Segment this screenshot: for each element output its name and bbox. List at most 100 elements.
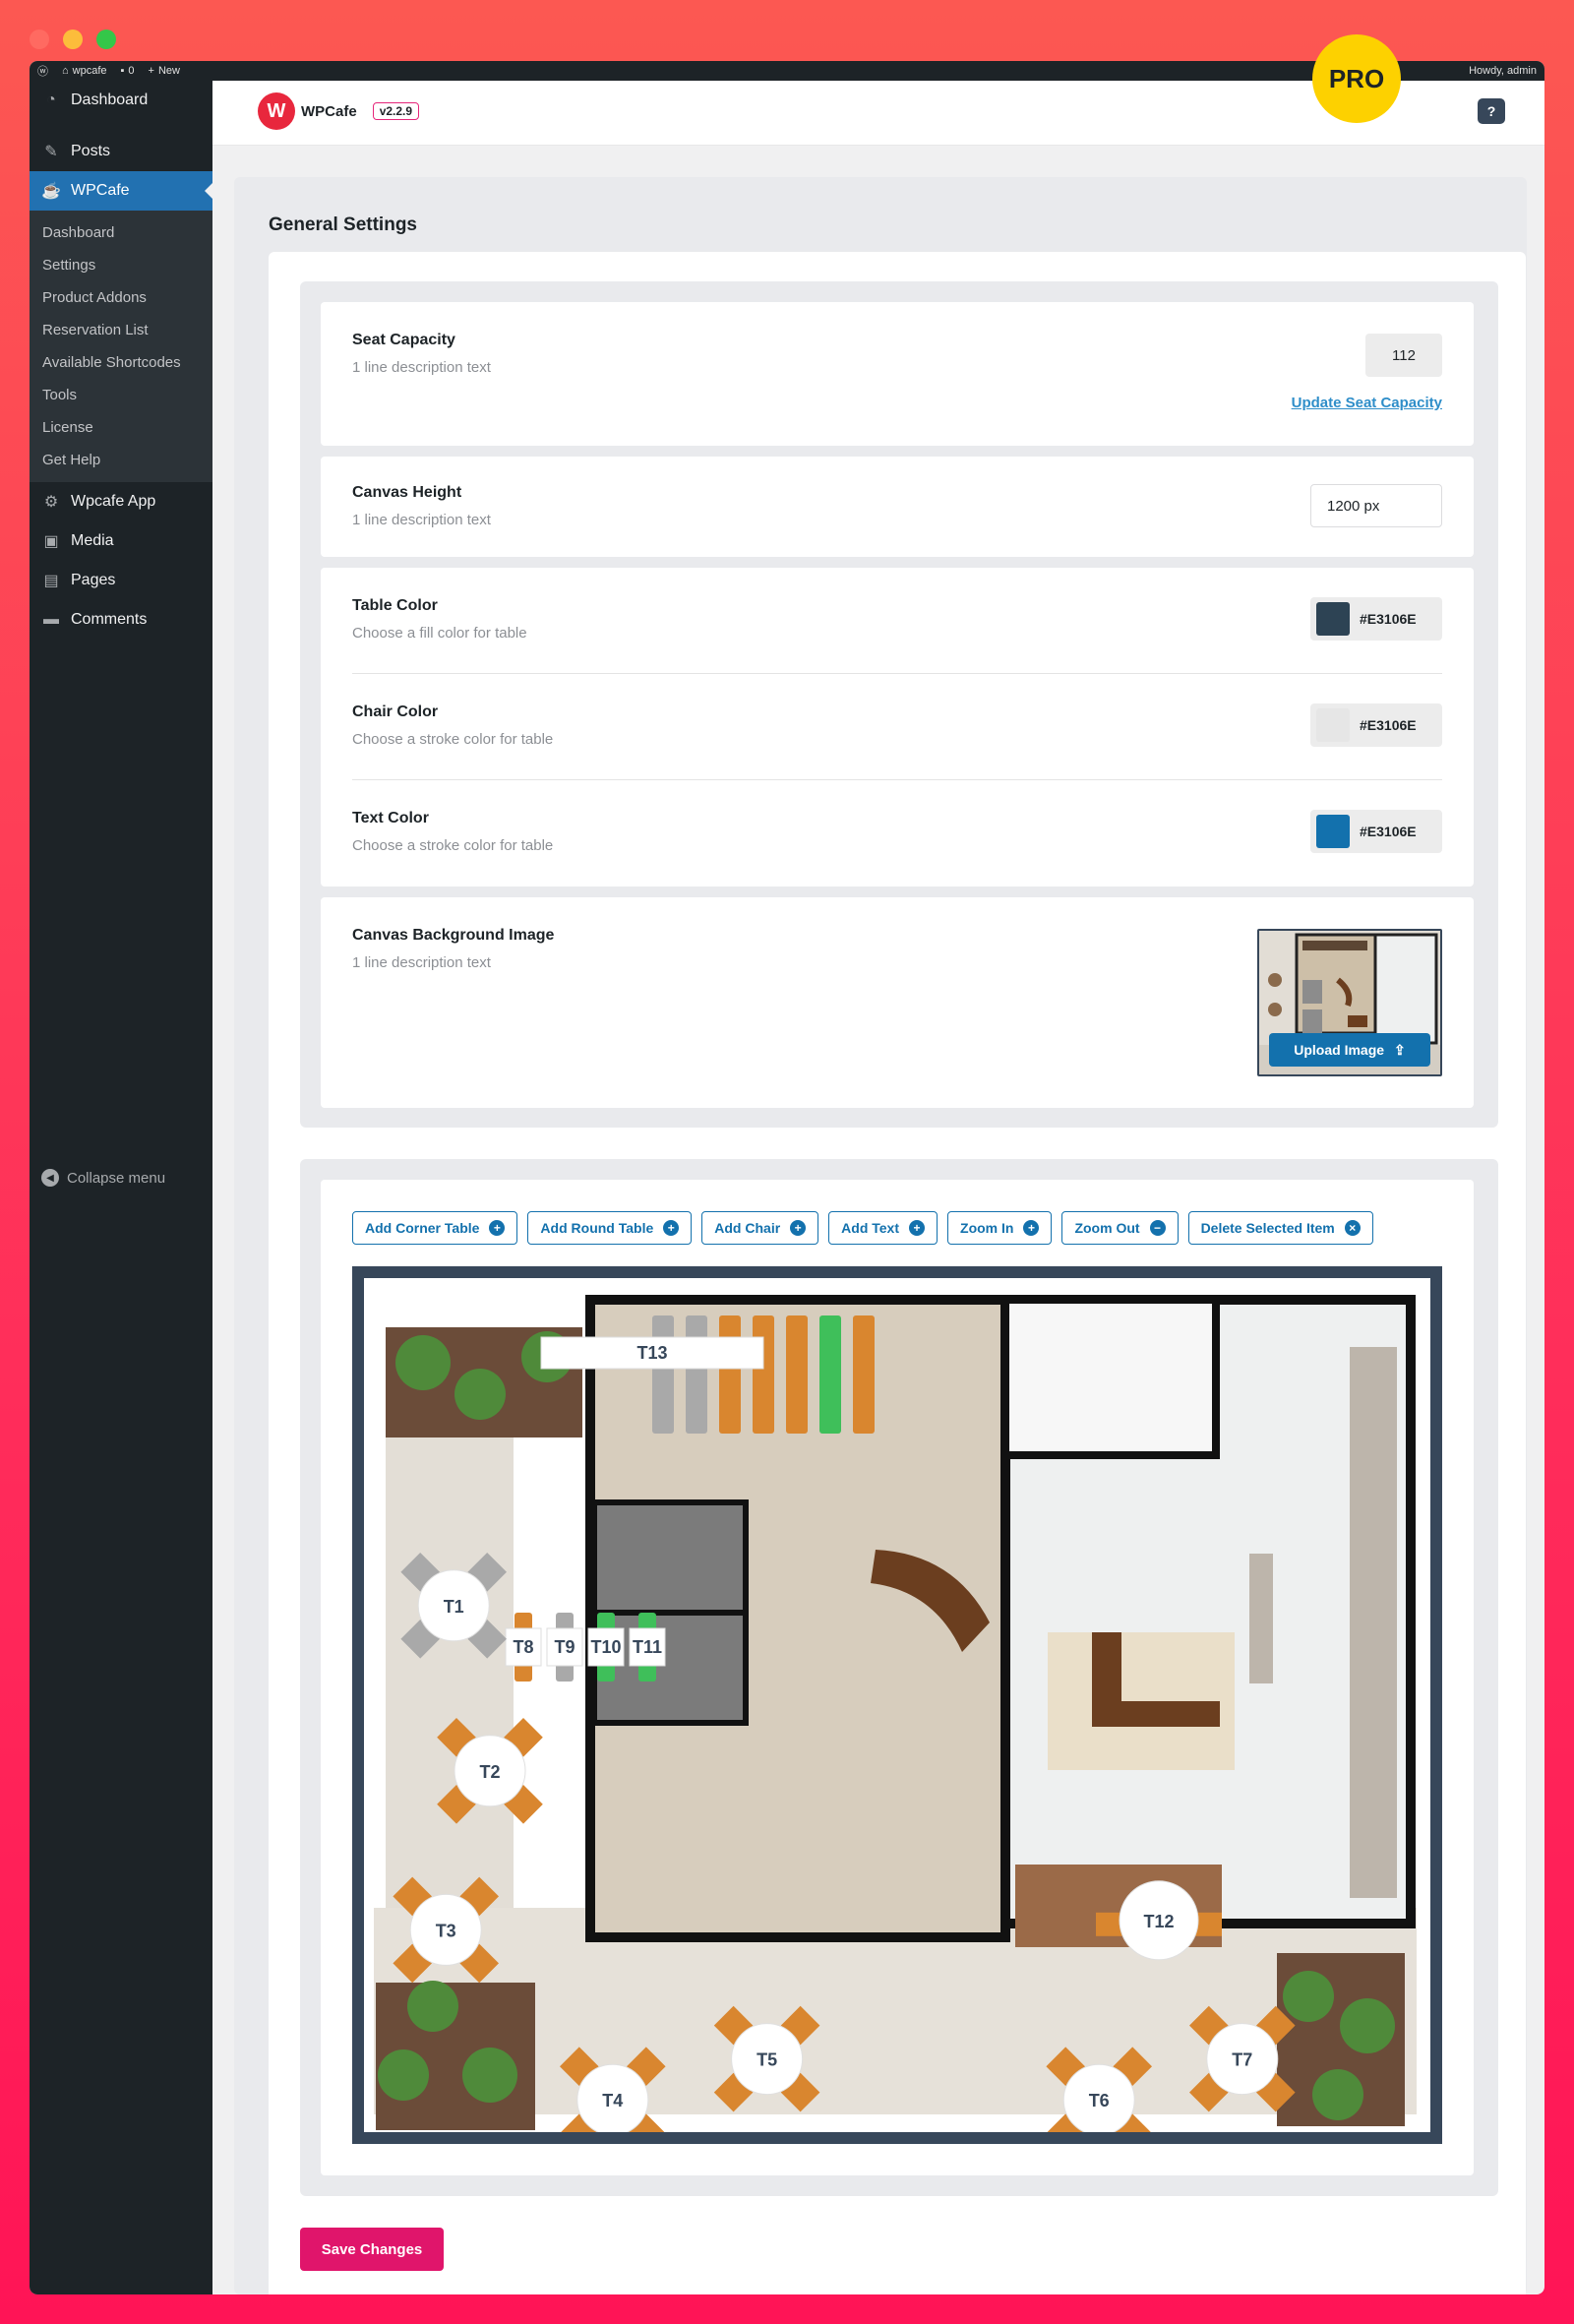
zoom-out-icon: − xyxy=(1149,1220,1166,1236)
pin-icon: ✎ xyxy=(44,144,58,160)
chair[interactable] xyxy=(719,1315,741,1434)
submenu-tools[interactable]: Tools xyxy=(30,379,212,411)
add-text-button[interactable]: Add Text + xyxy=(828,1211,938,1245)
table-label[interactable]: T12 xyxy=(1143,1912,1174,1931)
add-chair-button[interactable]: Add Chair + xyxy=(701,1211,819,1245)
floorplan-toolbar: Add Corner Table + Add Round Table + Add C… xyxy=(352,1211,1373,1245)
text-color-label: Text Color xyxy=(352,810,429,826)
settings-content: General Settings Seat Capacity 1 line de… xyxy=(234,177,1527,2294)
chair-color-picker[interactable]: #E3106E xyxy=(1310,703,1442,747)
table-color-picker[interactable]: #E3106E xyxy=(1310,597,1442,641)
zoom-in-button[interactable]: Zoom In + xyxy=(947,1211,1053,1245)
wordpress-icon[interactable]: ⓦ xyxy=(37,63,48,79)
canvas-bg-card: Canvas Background Image 1 line descripti… xyxy=(321,897,1474,1108)
minimize-dot[interactable] xyxy=(63,30,83,49)
text-color-desc: Choose a stroke color for table xyxy=(352,837,554,854)
table-label[interactable]: T7 xyxy=(1232,2050,1252,2070)
comments-link[interactable]: ▪ 0 xyxy=(121,65,135,77)
plus-circle-icon: + xyxy=(489,1220,506,1236)
delete-selected-item-button[interactable]: Delete Selected Item × xyxy=(1187,1211,1373,1245)
submenu-settings[interactable]: Settings xyxy=(30,249,212,281)
site-link[interactable]: ⌂ wpcafe xyxy=(62,65,107,77)
submenu-product-addons[interactable]: Product Addons xyxy=(30,281,212,314)
save-changes-button[interactable]: Save Changes xyxy=(300,2228,444,2271)
maximize-dot[interactable] xyxy=(96,30,116,49)
sidebar-item-media[interactable]: ▣ Media xyxy=(30,521,212,561)
chair[interactable] xyxy=(786,1315,808,1434)
submenu-reservation-list[interactable]: Reservation List xyxy=(30,314,212,346)
comment-icon: ▪ xyxy=(120,65,125,77)
update-seat-capacity-link[interactable]: Update Seat Capacity xyxy=(1292,395,1442,411)
sidebar-item-comments[interactable]: ▬ Comments xyxy=(30,600,212,640)
add-round-table-button[interactable]: Add Round Table + xyxy=(527,1211,693,1245)
floorplan-card: Add Corner Table + Add Round Table + Add C… xyxy=(321,1180,1474,2175)
plus-circle-icon: + xyxy=(663,1220,680,1236)
seat-capacity-input[interactable]: 112 xyxy=(1365,334,1442,377)
seat-capacity-card: Seat Capacity 1 line description text 11… xyxy=(321,302,1474,446)
table-label[interactable]: T4 xyxy=(602,2091,623,2110)
sidebar-item-wpcafe[interactable]: ☕ WPCafe xyxy=(30,171,212,211)
text-color-swatch xyxy=(1316,815,1350,848)
canvas-height-input[interactable]: 1200 px xyxy=(1310,484,1442,527)
table-label[interactable]: T11 xyxy=(633,1637,662,1657)
submenu-dashboard[interactable]: Dashboard xyxy=(30,216,212,249)
table-label[interactable]: T2 xyxy=(479,1762,500,1782)
version-badge: v2.2.9 xyxy=(372,102,420,120)
floorplan-drawing[interactable]: T13 T8 T9 T10 T11 T1 T2 T3 T4 T5 T6 T7 T12 xyxy=(364,1278,1430,2153)
window-controls xyxy=(30,30,116,49)
table-label[interactable]: T5 xyxy=(757,2050,777,2070)
comment-icon: ▬ xyxy=(43,611,59,628)
sidebar-item-dashboard[interactable]: ◔ Dashboard xyxy=(30,81,212,120)
plus-circle-icon: + xyxy=(909,1220,926,1236)
table-label[interactable]: T1 xyxy=(444,1597,464,1617)
wpcafe-icon: ☕ xyxy=(41,183,61,200)
restroom xyxy=(591,1499,749,1616)
upload-icon: ⇪ xyxy=(1394,1041,1406,1058)
zoom-out-button[interactable]: Zoom Out − xyxy=(1061,1211,1179,1245)
submenu-available-shortcodes[interactable]: Available Shortcodes xyxy=(30,346,212,379)
chair-color-swatch xyxy=(1316,708,1350,742)
plus-icon: + xyxy=(148,65,154,77)
howdy-user[interactable]: Howdy, admin xyxy=(1469,65,1537,77)
sidebar-item-pages[interactable]: ▤ Pages xyxy=(30,561,212,600)
settings-container: Seat Capacity 1 line description text 11… xyxy=(269,252,1526,2294)
submenu-license[interactable]: License xyxy=(30,411,212,444)
kitchen-counter xyxy=(1001,1296,1220,1459)
table-label[interactable]: T9 xyxy=(554,1637,575,1657)
table-color-desc: Choose a fill color for table xyxy=(352,625,527,642)
chair-color-desc: Choose a stroke color for table xyxy=(352,731,554,748)
chair[interactable] xyxy=(753,1315,774,1434)
seat-capacity-desc: 1 line description text xyxy=(352,359,491,376)
table-label[interactable]: T6 xyxy=(1089,2091,1110,2110)
kitchen-counter xyxy=(1249,1554,1273,1683)
admin-sidebar: ◔ Dashboard ✎ Posts ☕ WPCafe Dashboard Sett… xyxy=(30,81,212,2294)
text-color-picker[interactable]: #E3106E xyxy=(1310,810,1442,853)
close-circle-icon: × xyxy=(1344,1220,1361,1236)
table-color-swatch xyxy=(1316,602,1350,636)
table-label[interactable]: T13 xyxy=(636,1343,667,1363)
table-color-label: Table Color xyxy=(352,597,438,614)
chair[interactable] xyxy=(652,1315,674,1434)
close-dot[interactable] xyxy=(30,30,49,49)
table-label[interactable]: T10 xyxy=(590,1637,621,1657)
collapse-menu[interactable]: ◀ Collapse menu xyxy=(41,1169,165,1187)
table-label[interactable]: T3 xyxy=(436,1921,456,1940)
submenu-get-help[interactable]: Get Help xyxy=(30,444,212,476)
sidebar-item-wpcafe-app[interactable]: ⚙ Wpcafe App xyxy=(30,482,212,521)
new-link[interactable]: + New xyxy=(149,65,180,77)
chair[interactable] xyxy=(819,1315,841,1434)
canvas-bg-label: Canvas Background Image xyxy=(352,927,555,944)
help-button[interactable]: ? xyxy=(1478,98,1505,124)
upload-image-button[interactable]: Upload Image ⇪ xyxy=(1269,1033,1430,1067)
plus-circle-icon: + xyxy=(790,1220,807,1236)
media-icon: ▣ xyxy=(43,533,59,550)
chair[interactable] xyxy=(853,1315,875,1434)
sidebar-item-posts[interactable]: ✎ Posts xyxy=(30,132,212,171)
add-corner-table-button[interactable]: Add Corner Table + xyxy=(352,1211,518,1245)
canvas-height-desc: 1 line description text xyxy=(352,512,491,528)
page-title: General Settings xyxy=(269,214,417,235)
floorplan-canvas[interactable]: T13 T8 T9 T10 T11 T1 T2 T3 T4 T5 T6 T7 T12 xyxy=(352,1266,1442,2153)
table-label[interactable]: T8 xyxy=(513,1637,533,1657)
chair[interactable] xyxy=(686,1315,707,1434)
wpcafe-logo: W WPCafe v2.2.9 xyxy=(258,92,420,130)
